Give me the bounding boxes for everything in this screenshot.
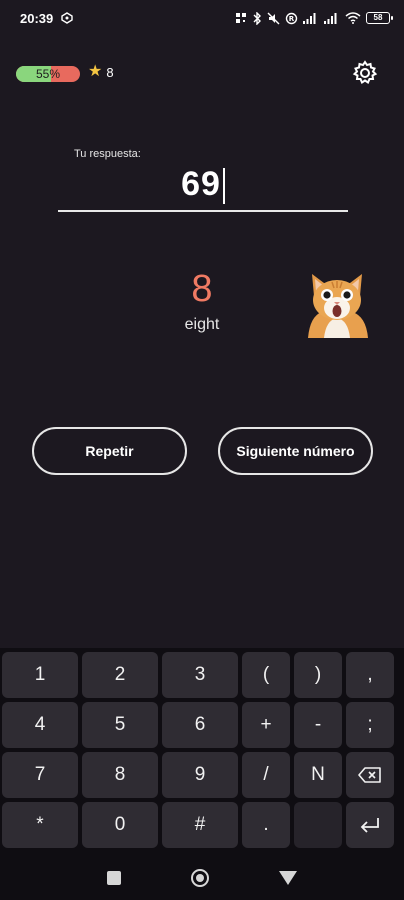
progress-indicator: 55% bbox=[16, 66, 80, 82]
home-icon[interactable] bbox=[191, 869, 209, 887]
nfc-icon bbox=[235, 12, 247, 24]
keyboard-row: 4 5 6 + - ; bbox=[2, 702, 402, 748]
mute-icon bbox=[267, 12, 280, 25]
status-bar: 20:39 R 58 bbox=[0, 0, 404, 36]
keyboard-row: 1 2 3 ( ) , bbox=[2, 652, 402, 698]
key-5[interactable]: 5 bbox=[82, 702, 158, 748]
backspace-icon[interactable] bbox=[346, 752, 394, 798]
enter-icon[interactable] bbox=[346, 802, 394, 848]
key-open-paren[interactable]: ( bbox=[242, 652, 290, 698]
key-n[interactable]: N bbox=[294, 752, 342, 798]
key-semicolon[interactable]: ; bbox=[346, 702, 394, 748]
answer-label: Tu respuesta: bbox=[74, 148, 141, 160]
key-3[interactable]: 3 bbox=[162, 652, 238, 698]
key-comma[interactable]: , bbox=[346, 652, 394, 698]
status-time: 20:39 bbox=[20, 10, 54, 26]
key-hash[interactable]: # bbox=[162, 802, 238, 848]
repeat-button[interactable]: Repetir bbox=[32, 427, 187, 475]
battery-icon: 58 bbox=[366, 12, 393, 24]
surprised-cat-image bbox=[302, 270, 372, 338]
alarm-icon: R bbox=[285, 12, 298, 25]
key-close-paren[interactable]: ) bbox=[294, 652, 342, 698]
key-1[interactable]: 1 bbox=[2, 652, 78, 698]
answer-input[interactable]: 69 bbox=[58, 160, 348, 212]
signal-2-icon bbox=[324, 12, 340, 24]
svg-text:R: R bbox=[289, 15, 295, 23]
text-caret bbox=[222, 168, 225, 204]
answer-value: 69 bbox=[181, 165, 221, 203]
progress-text: 55% bbox=[35, 67, 61, 81]
key-4[interactable]: 4 bbox=[2, 702, 78, 748]
key-asterisk[interactable]: * bbox=[2, 802, 78, 848]
next-number-button[interactable]: Siguiente número bbox=[218, 427, 373, 475]
key-7[interactable]: 7 bbox=[2, 752, 78, 798]
key-slash[interactable]: / bbox=[242, 752, 290, 798]
numeric-keyboard: 1 2 3 ( ) , 4 5 6 + - ; 7 8 9 / N * 0 # … bbox=[0, 648, 404, 856]
keyboard-row: 7 8 9 / N bbox=[2, 752, 402, 798]
key-0[interactable]: 0 bbox=[82, 802, 158, 848]
signal-1-icon bbox=[303, 12, 319, 24]
wifi-icon bbox=[345, 12, 361, 24]
key-period[interactable]: . bbox=[242, 802, 290, 848]
key-9[interactable]: 9 bbox=[162, 752, 238, 798]
bluetooth-icon bbox=[252, 11, 262, 25]
system-nav-bar bbox=[0, 856, 404, 900]
key-2[interactable]: 2 bbox=[82, 652, 158, 698]
gear-icon[interactable] bbox=[352, 60, 378, 86]
vpn-icon bbox=[61, 12, 73, 24]
key-6[interactable]: 6 bbox=[162, 702, 238, 748]
key-minus[interactable]: - bbox=[294, 702, 342, 748]
keyboard-row: * 0 # . bbox=[2, 802, 402, 848]
recents-icon[interactable] bbox=[107, 871, 121, 885]
stars-counter: ★ 8 bbox=[88, 64, 114, 80]
key-plus[interactable]: + bbox=[242, 702, 290, 748]
key-8[interactable]: 8 bbox=[82, 752, 158, 798]
back-icon[interactable] bbox=[279, 871, 297, 885]
star-icon: ★ bbox=[88, 63, 103, 80]
stars-count: 8 bbox=[106, 64, 114, 80]
key-blank bbox=[294, 802, 342, 848]
